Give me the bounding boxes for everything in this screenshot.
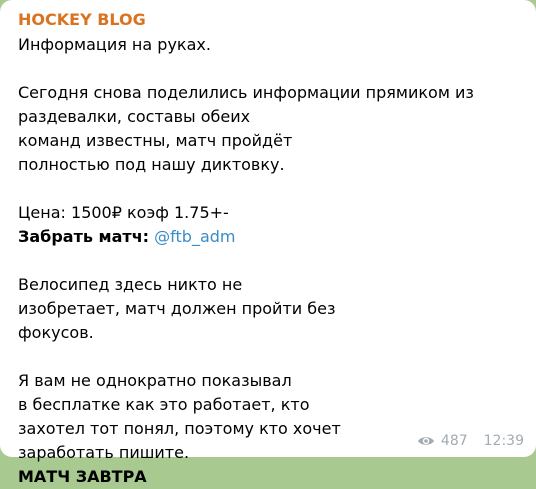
message-line: Я вам не однократно показывал xyxy=(18,371,292,390)
message-meta: 487 12:39 xyxy=(417,433,524,449)
price-line: Цена: 1500₽ коэф 1.75+- xyxy=(18,203,229,222)
views-count: 487 xyxy=(440,433,468,449)
message-line: раздевалки, составы обеих xyxy=(18,107,251,126)
message-line: Информация на руках. xyxy=(18,35,211,54)
contact-line: Забрать матч: @ftb_adm xyxy=(18,225,522,249)
contact-link[interactable]: @ftb_adm xyxy=(154,227,235,246)
channel-name[interactable]: HOCKEY BLOG xyxy=(18,9,522,31)
message-time: 12:39 xyxy=(483,433,524,449)
headline-line: МАТЧ ЗАВТРА xyxy=(18,467,147,486)
message-bubble: HOCKEY BLOG Информация на руках. Сегодня… xyxy=(0,0,536,486)
message-text: Информация на руках. Сегодня снова подел… xyxy=(18,33,522,489)
contact-label: Забрать матч: xyxy=(18,227,150,246)
message-line: Велосипед здесь никто не xyxy=(18,275,243,294)
message-line: фокусов. xyxy=(18,323,94,342)
message-line: полностью под нашу диктовку. xyxy=(18,155,285,174)
message-line: Сегодня снова поделились информации прям… xyxy=(18,83,474,102)
eye-icon xyxy=(417,435,435,447)
message-line: изобретает, матч должен пройти без xyxy=(18,299,336,318)
message-line: в бесплатке как это работает, кто xyxy=(18,395,310,414)
message-line: команд известны, матч пройдёт xyxy=(18,131,293,150)
